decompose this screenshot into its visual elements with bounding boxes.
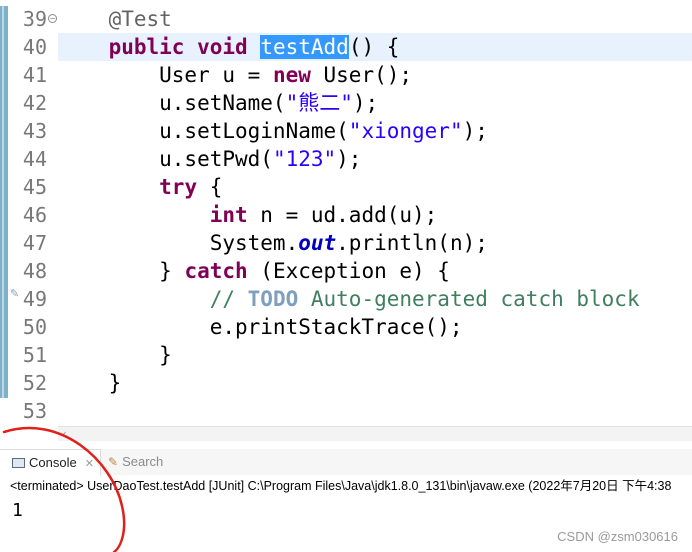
code-token: n = ud.add(u);	[247, 203, 438, 227]
code-token: u.setPwd(	[58, 147, 273, 171]
code-token: out	[298, 231, 337, 255]
scroll-left-icon[interactable]: ‹	[62, 427, 67, 441]
code-line[interactable]: u.setLoginName("xionger");	[58, 117, 488, 145]
tab-console-label: Console	[29, 455, 77, 470]
console-output: 1	[12, 500, 23, 521]
selected-token: testAdd	[260, 35, 349, 59]
change-ruler	[0, 6, 8, 398]
code-line[interactable]: try {	[58, 173, 222, 201]
line-number: 44	[22, 147, 47, 171]
close-icon[interactable]: ✕	[85, 458, 94, 470]
code-line[interactable]: e.printStackTrace();	[58, 313, 463, 341]
code-line[interactable]: User u = new User();	[58, 61, 412, 89]
line-number: 40	[22, 35, 47, 59]
code-token: e.printStackTrace();	[58, 315, 463, 339]
console-icon	[12, 458, 25, 468]
code-token: }	[58, 259, 185, 283]
code-token: () {	[348, 35, 400, 59]
line-number: 43	[22, 119, 47, 143]
line-number: 47	[22, 231, 47, 255]
code-line[interactable]: }	[58, 369, 122, 397]
tab-console[interactable]: Console ✕	[0, 449, 101, 476]
code-token: catch	[184, 259, 248, 283]
code-line[interactable]: @Test	[58, 5, 172, 33]
code-token: .println(n);	[336, 231, 488, 255]
code-token: //	[209, 287, 248, 311]
code-token: void	[197, 35, 248, 59]
code-token: @Test	[108, 7, 172, 31]
code-token: "xionger"	[348, 119, 463, 143]
code-token: int	[209, 203, 248, 227]
code-line[interactable]: }	[58, 341, 172, 369]
code-token: {	[197, 175, 223, 199]
code-token: u.setName(	[58, 91, 286, 115]
code-token: TODO	[247, 287, 299, 311]
code-line[interactable]: public void testAdd() {	[58, 33, 399, 61]
line-number: 52	[22, 371, 47, 395]
task-marker-icon[interactable]: ✎	[10, 288, 20, 299]
code-token: try	[159, 175, 198, 199]
tab-search[interactable]: ✎ Search	[106, 449, 163, 475]
code-token: u.setLoginName(	[58, 119, 349, 143]
code-token: User();	[310, 63, 413, 87]
code-line[interactable]: u.setName("熊二");	[58, 89, 378, 117]
code-line[interactable]: } catch (Exception e) {	[58, 257, 450, 285]
line-number: 53	[22, 399, 47, 423]
code-token: );	[352, 91, 379, 115]
code-token: System.	[58, 231, 299, 255]
line-number: 41	[22, 63, 47, 87]
line-number: 46	[22, 203, 47, 227]
line-number: 39	[22, 7, 47, 31]
line-number: 51	[22, 343, 47, 367]
tab-search-label: Search	[122, 454, 164, 469]
code-token: }	[58, 343, 172, 367]
code-token: (Exception e) {	[247, 259, 450, 283]
code-token: Auto-generated catch block	[298, 287, 640, 311]
code-token: new	[272, 63, 311, 87]
horizontal-scrollbar[interactable]: ‹	[58, 426, 692, 441]
code-line[interactable]: // TODO Auto-generated catch block	[58, 285, 640, 313]
line-number: 42	[22, 91, 47, 115]
code-token: );	[336, 147, 362, 171]
code-line[interactable]: System.out.println(n);	[58, 229, 488, 257]
code-token: "熊二"	[285, 91, 353, 115]
code-token: "123"	[272, 147, 337, 171]
line-number: 50	[22, 315, 47, 339]
code-editor[interactable]: 39 40 41 42 43 44 45 46 47 48 49 50 51 52 53 @Test pub…	[0, 0, 692, 426]
search-icon: ✎	[108, 455, 119, 469]
line-number: 45	[22, 175, 47, 199]
code-line[interactable]: int n = ud.add(u);	[58, 201, 438, 229]
code-token: );	[462, 119, 488, 143]
fold-collapse-icon[interactable]: −	[48, 14, 57, 23]
line-number: 48	[22, 259, 47, 283]
code-line[interactable]: u.setPwd("123");	[58, 145, 361, 173]
watermark: CSDN @zsm030616	[557, 529, 678, 544]
bottom-panel-tabs: Console ✕ ✎ Search	[0, 449, 692, 476]
code-token: User u =	[58, 63, 273, 87]
console-status-line: <terminated> UserDaoTest.testAdd [JUnit]…	[10, 479, 672, 493]
code-token: }	[58, 371, 122, 395]
code-token: public	[108, 35, 185, 59]
